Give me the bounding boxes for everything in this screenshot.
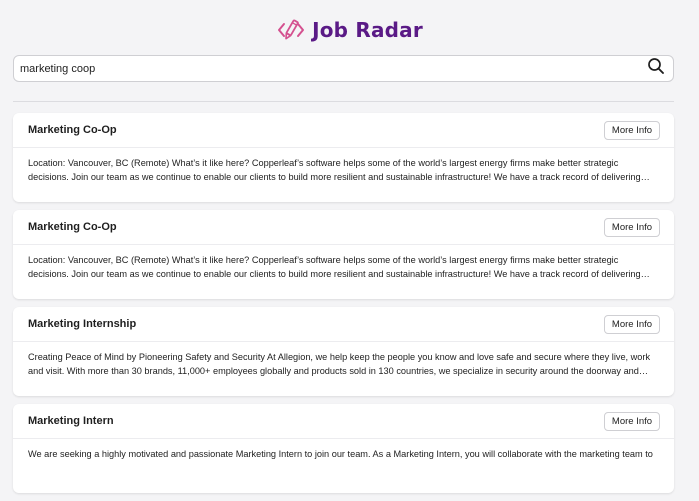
more-info-button[interactable]: More Info — [604, 411, 660, 431]
results-list: Marketing Co-Op More Info Location: Vanc… — [13, 113, 674, 501]
job-card: Marketing Co-Op More Info Location: Vanc… — [13, 210, 674, 299]
job-card-header: Marketing Co-Op More Info — [13, 210, 674, 245]
job-description: Creating Peace of Mind by Pioneering Saf… — [28, 352, 651, 376]
job-card-header: Marketing Intern More Info — [13, 404, 674, 439]
app-header: Job Radar — [0, 14, 699, 46]
job-description: Location: Vancouver, BC (Remote) What’s … — [28, 158, 641, 182]
job-card: Marketing Intern More Info We are seekin… — [13, 404, 674, 493]
code-pencil-icon — [276, 16, 306, 44]
job-title: Marketing Internship — [28, 318, 137, 330]
job-title: Marketing Co-Op — [28, 124, 117, 136]
job-description: We are seeking a highly motivated and pa… — [28, 449, 653, 459]
job-card-header: Marketing Co-Op More Info — [13, 113, 674, 148]
more-info-button[interactable]: More Info — [604, 120, 660, 140]
job-description: Location: Vancouver, BC (Remote) What’s … — [28, 255, 641, 279]
job-title: Marketing Co-Op — [28, 221, 117, 233]
search-button[interactable] — [643, 56, 669, 81]
job-card-body: Location: Vancouver, BC (Remote) What’s … — [13, 148, 674, 184]
job-card-header: Marketing Internship More Info — [13, 307, 674, 342]
search-icon — [647, 57, 665, 80]
job-card-body: Creating Peace of Mind by Pioneering Saf… — [13, 342, 674, 378]
job-card-body: We are seeking a highly motivated and pa… — [13, 439, 674, 461]
more-info-button[interactable]: More Info — [604, 217, 660, 237]
search-bar — [13, 55, 674, 82]
job-title: Marketing Intern — [28, 415, 114, 427]
search-input[interactable] — [14, 56, 643, 81]
more-info-button[interactable]: More Info — [604, 314, 660, 334]
divider — [13, 101, 674, 102]
job-card: Marketing Co-Op More Info Location: Vanc… — [13, 113, 674, 202]
job-card: Marketing Internship More Info Creating … — [13, 307, 674, 396]
app-title: Job Radar — [312, 18, 423, 42]
job-card-body: Location: Vancouver, BC (Remote) What’s … — [13, 245, 674, 281]
